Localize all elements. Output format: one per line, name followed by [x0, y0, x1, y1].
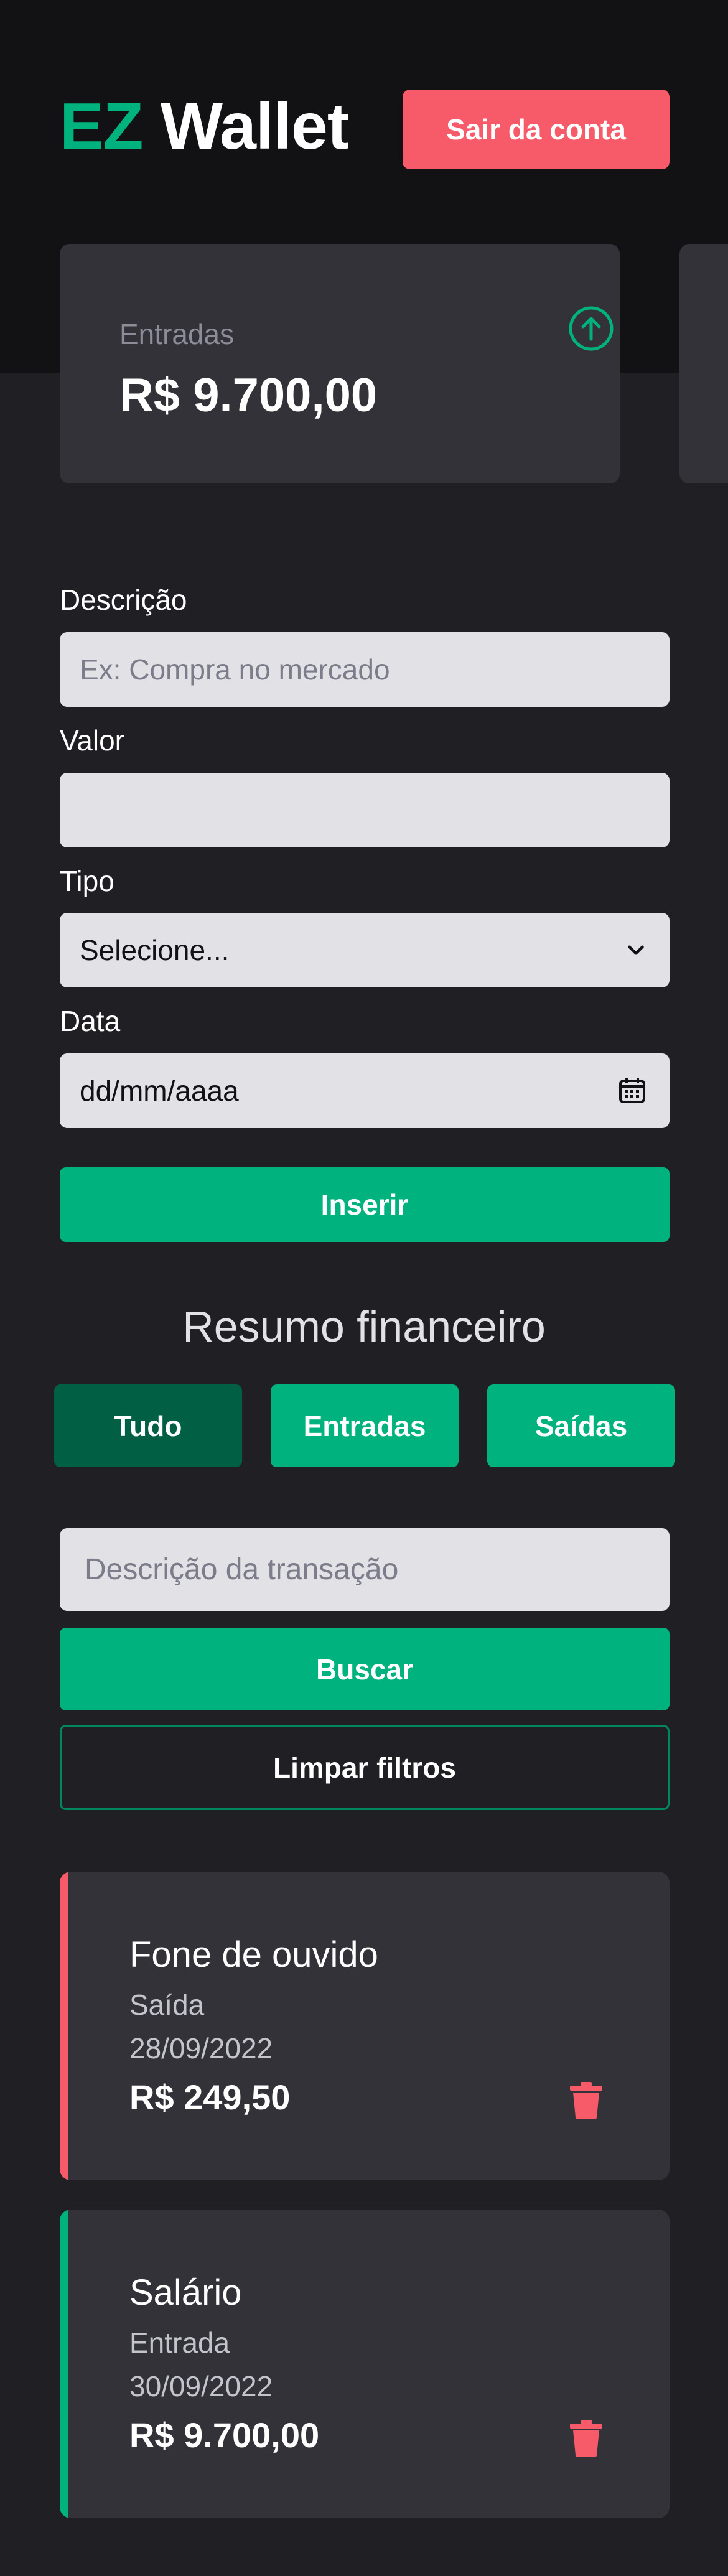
value-label: Valor [60, 724, 124, 757]
date-input-value: dd/mm/aaaa [80, 1075, 239, 1107]
transaction-amount: R$ 249,50 [129, 2078, 291, 2117]
transaction-type: Entrada [129, 2326, 230, 2359]
income-summary-card: Entradas R$ 9.700,00 [60, 244, 620, 483]
type-select[interactable]: Selecione... [60, 913, 670, 987]
next-summary-card [679, 244, 728, 483]
chevron-down-icon [628, 945, 644, 955]
trash-icon[interactable] [570, 2420, 602, 2457]
filter-all-button[interactable]: Tudo [54, 1384, 242, 1467]
date-input[interactable]: dd/mm/aaaa [60, 1053, 670, 1128]
app-page: EZ Wallet Sair da conta Entradas R$ 9.70… [0, 0, 728, 2576]
transaction-title: Fone de ouvido [129, 1934, 378, 1975]
income-label: Entradas [119, 318, 235, 350]
search-input[interactable]: Descrição da transação [60, 1528, 670, 1611]
logout-button[interactable]: Sair da conta [403, 90, 670, 169]
income-indicator [60, 2210, 68, 2518]
transaction-card: Salário Entrada 30/09/2022 R$ 9.700,00 [60, 2210, 670, 2518]
arrow-up-circle-icon [569, 306, 614, 351]
date-label: Data [60, 1005, 121, 1037]
transaction-date: 28/09/2022 [129, 2032, 273, 2065]
app-logo: EZ Wallet [60, 93, 349, 159]
logo-accent-text: EZ [60, 90, 143, 163]
logo-text: Wallet [160, 90, 349, 163]
filter-income-button[interactable]: Entradas [271, 1384, 459, 1467]
insert-button[interactable]: Inserir [60, 1167, 670, 1242]
transaction-amount: R$ 9.700,00 [129, 2415, 320, 2455]
search-button[interactable]: Buscar [60, 1628, 670, 1710]
description-label: Descrição [60, 584, 187, 616]
calendar-icon[interactable] [617, 1076, 647, 1106]
transaction-type: Saída [129, 1989, 205, 2021]
overview-title: Resumo financeiro [182, 1302, 546, 1351]
description-input[interactable]: Ex: Compra no mercado [60, 632, 670, 707]
filter-expense-button[interactable]: Saídas [487, 1384, 675, 1467]
transaction-card: Fone de ouvido Saída 28/09/2022 R$ 249,5… [60, 1872, 670, 2180]
income-value: R$ 9.700,00 [119, 369, 378, 422]
transaction-title: Salário [129, 2272, 242, 2313]
transaction-date: 30/09/2022 [129, 2370, 273, 2402]
type-select-value: Selecione... [80, 934, 230, 966]
type-label: Tipo [60, 865, 114, 897]
clear-filters-button[interactable]: Limpar filtros [60, 1725, 670, 1810]
trash-icon[interactable] [570, 2082, 602, 2119]
expense-indicator [60, 1872, 68, 2180]
value-input[interactable] [60, 773, 670, 847]
